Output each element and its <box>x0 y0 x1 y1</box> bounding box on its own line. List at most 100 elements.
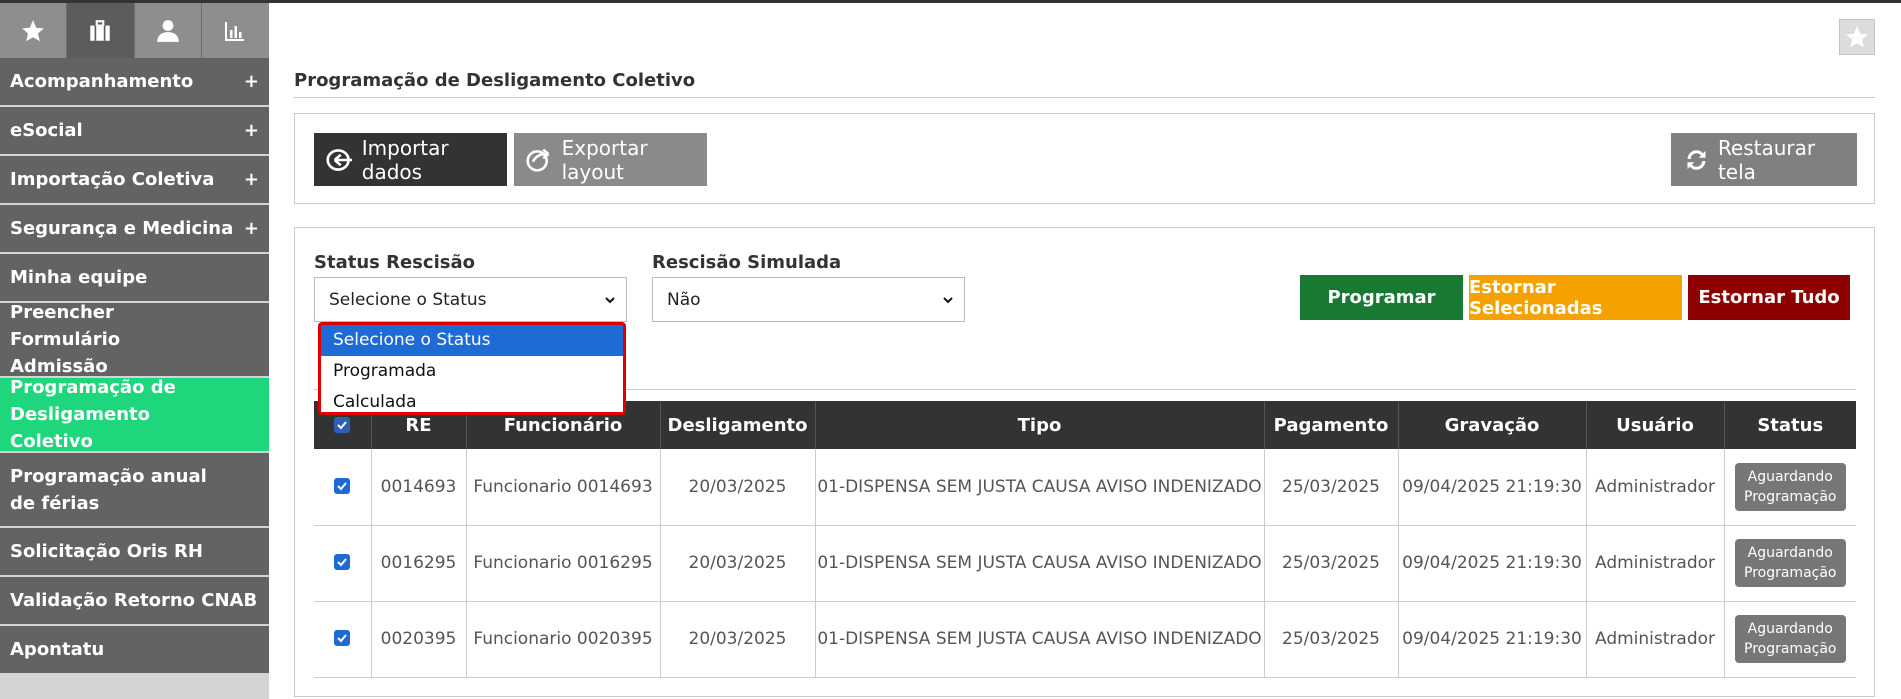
status-line-2: Programação <box>1744 488 1837 505</box>
page-title: Programação de Desligamento Coletivo <box>294 70 1875 98</box>
briefcase-tab[interactable] <box>67 3 135 58</box>
select-all-checkbox[interactable] <box>334 416 351 433</box>
table-row: 0020395 Funcionario 0020395 20/03/2025 0… <box>314 601 1856 678</box>
favorite-button[interactable] <box>1839 19 1875 55</box>
cell-gravacao: 09/04/2025 21:19:30 <box>1398 601 1587 678</box>
status-option-selecione[interactable]: Selecione o Status <box>321 325 623 356</box>
status-option-calculada[interactable]: Calculada <box>321 387 623 418</box>
check-icon <box>337 558 348 567</box>
sidebar-item-label: Preencher Formulário Admissão <box>10 302 121 377</box>
sidebar-item-label: Solicitação Oris RH <box>10 541 203 562</box>
sidebar-item-esocial[interactable]: eSocial + <box>0 107 269 156</box>
cell-usuario: Administrador <box>1586 525 1725 602</box>
status-option-programada[interactable]: Programada <box>321 356 623 387</box>
user-tab[interactable] <box>134 3 202 58</box>
row-checkbox[interactable] <box>334 477 351 494</box>
cell-status: Aguardando Programação <box>1724 601 1856 678</box>
status-line-1: Aguardando <box>1747 621 1833 637</box>
expand-icon: + <box>243 218 259 239</box>
sidebar-item-oris-rh[interactable]: Solicitação Oris RH <box>0 528 269 577</box>
cell-gravacao: 09/04/2025 21:19:30 <box>1398 525 1587 602</box>
import-data-label: Importar dados <box>361 135 449 184</box>
cell-re: 0014693 <box>371 449 467 526</box>
star-icon <box>22 19 44 41</box>
cell-funcionario: Funcionario 0020395 <box>466 601 661 678</box>
restore-screen-button[interactable]: Restaurar tela <box>1671 133 1857 186</box>
sidebar-item-acompanhamento[interactable]: Acompanhamento + <box>0 58 269 107</box>
status-badge: Aguardando Programação <box>1735 615 1846 663</box>
desligamento-table: RE Funcionário Desligamento Tipo Pagamen… <box>314 401 1856 678</box>
column-header-desligamento[interactable]: Desligamento <box>660 401 816 449</box>
rescisao-simulada-select[interactable]: Não <box>652 277 965 322</box>
app-window: Acompanhamento + eSocial + Importação Co… <box>0 0 1901 699</box>
column-header-usuario[interactable]: Usuário <box>1586 401 1725 449</box>
bar-chart-icon <box>225 21 245 41</box>
sidebar-item-apontatu[interactable]: Apontatu <box>0 626 269 675</box>
favorites-tab[interactable] <box>0 3 68 58</box>
sidebar: Acompanhamento + eSocial + Importação Co… <box>0 3 269 699</box>
sidebar-item-importacao-coletiva[interactable]: Importação Coletiva + <box>0 156 269 205</box>
export-layout-button[interactable]: Exportar layout <box>514 133 707 186</box>
sidebar-item-label: eSocial <box>10 120 83 141</box>
cell-tipo: 01-DISPENSA SEM JUSTA CAUSA AVISO INDENI… <box>815 449 1265 526</box>
sidebar-item-ferias[interactable]: Programação anual de férias <box>0 453 269 528</box>
cell-re: 0016295 <box>371 525 467 602</box>
sidebar-item-label: Importação Coletiva <box>10 169 215 190</box>
cell-gravacao: 09/04/2025 21:19:30 <box>1398 449 1587 526</box>
column-header-tipo[interactable]: Tipo <box>815 401 1265 449</box>
check-icon <box>337 420 348 429</box>
cell-tipo: 01-DISPENSA SEM JUSTA CAUSA AVISO INDENI… <box>815 525 1265 602</box>
cell-usuario: Administrador <box>1586 449 1725 526</box>
rescisao-simulada-label: Rescisão Simulada <box>652 252 842 273</box>
status-badge: Aguardando Programação <box>1735 539 1846 587</box>
star-icon <box>1846 26 1868 48</box>
sidebar-item-cnab[interactable]: Validação Retorno CNAB <box>0 577 269 626</box>
column-header-status[interactable]: Status <box>1724 401 1856 449</box>
sidebar-item-label: Programação de Desligamento Coletivo <box>10 377 176 452</box>
chart-tab[interactable] <box>201 3 269 58</box>
reverse-all-button[interactable]: Estornar Tudo <box>1688 275 1850 320</box>
rescisao-simulada-value: Não <box>667 289 701 310</box>
row-checkbox[interactable] <box>334 554 351 570</box>
export-icon <box>526 148 550 172</box>
sidebar-item-formulario-admissao[interactable]: Preencher Formulário Admissão <box>0 302 269 378</box>
cell-pagamento: 25/03/2025 <box>1264 601 1399 678</box>
row-select-cell <box>314 601 372 678</box>
status-line-2: Programação <box>1744 641 1837 657</box>
cell-desligamento: 20/03/2025 <box>660 601 816 678</box>
export-layout-label: Exportar layout <box>561 135 648 184</box>
check-icon <box>337 482 348 491</box>
sidebar-item-minha-equipe[interactable]: Minha equipe <box>0 254 269 303</box>
import-data-button[interactable]: Importar dados <box>314 133 507 186</box>
cell-tipo: 01-DISPENSA SEM JUSTA CAUSA AVISO INDENI… <box>815 601 1265 678</box>
status-badge: Aguardando Programação <box>1735 462 1846 511</box>
row-checkbox[interactable] <box>334 630 351 646</box>
status-line-2: Programação <box>1744 565 1837 581</box>
column-header-gravacao[interactable]: Gravação <box>1398 401 1587 449</box>
sidebar-item-seguranca-medicina[interactable]: Segurança e Medicina + <box>0 205 269 254</box>
status-rescisao-dropdown: Selecione o Status Programada Calculada <box>318 322 626 415</box>
sidebar-item-label: Validação Retorno CNAB <box>10 590 258 611</box>
status-rescisao-label: Status Rescisão <box>314 252 475 273</box>
program-button[interactable]: Programar <box>1300 275 1463 320</box>
status-rescisao-select[interactable]: Selecione o Status <box>314 277 627 322</box>
toolbar-panel: Importar dados Exportar layout Restaurar… <box>294 113 1875 204</box>
cell-desligamento: 20/03/2025 <box>660 525 816 602</box>
sidebar-item-label: Acompanhamento <box>10 71 194 92</box>
user-icon <box>156 19 179 42</box>
sidebar-item-label: Segurança e Medicina <box>10 218 234 239</box>
expand-icon: + <box>243 169 259 190</box>
cell-status: Aguardando Programação <box>1724 449 1856 526</box>
sidebar-top-icons <box>0 3 269 58</box>
cell-funcionario: Funcionario 0016295 <box>466 525 661 602</box>
sidebar-item-desligamento-coletivo[interactable]: Programação de Desligamento Coletivo <box>0 377 269 453</box>
main-panel: Status Rescisão Selecione o Status Resci… <box>294 227 1875 697</box>
briefcase-icon <box>90 19 111 41</box>
reverse-selected-button[interactable]: Estornar Selecionadas <box>1469 275 1682 320</box>
expand-icon: + <box>243 120 259 141</box>
row-select-cell <box>314 525 372 602</box>
cell-pagamento: 25/03/2025 <box>1264 525 1399 602</box>
cell-desligamento: 20/03/2025 <box>660 449 816 526</box>
column-header-pagamento[interactable]: Pagamento <box>1264 401 1399 449</box>
sidebar-item-label: Apontatu <box>10 639 105 660</box>
